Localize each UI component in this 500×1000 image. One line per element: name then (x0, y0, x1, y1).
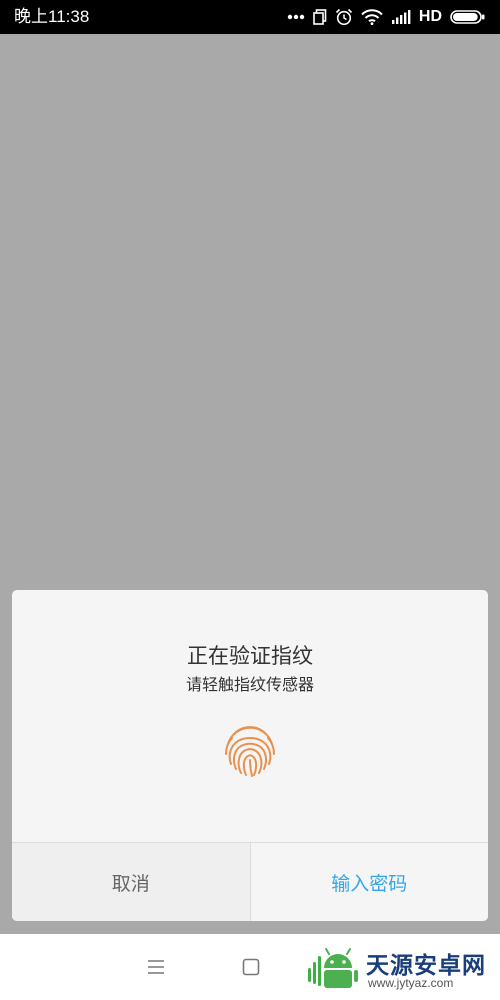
site-watermark: 天源安卓网 www.jytyaz.com (306, 942, 496, 996)
watermark-url: www.jytyaz.com (368, 976, 454, 990)
dialog-buttons: 取消 输入密码 (12, 842, 488, 921)
alarm-clock-icon (335, 8, 353, 26)
fingerprint-icon (220, 720, 280, 780)
fingerprint-dialog: 正在验证指纹 请轻触指纹传感器 取消 输入密码 (12, 590, 488, 921)
copy-icon (313, 9, 327, 25)
dialog-title: 正在验证指纹 (187, 644, 313, 668)
battery-icon (450, 10, 486, 24)
more-dots-icon (287, 14, 305, 20)
status-icons: HD (287, 6, 486, 28)
dialog-subtitle: 请轻触指纹传感器 (185, 675, 314, 694)
status-time: 晚上11:38 (14, 7, 90, 26)
watermark-text: 天源安卓网 (366, 953, 486, 979)
network-type-label: HD (418, 8, 442, 25)
menu-icon[interactable] (146, 959, 166, 975)
cancel-button[interactable]: 取消 (12, 843, 251, 921)
status-bar: 晚上11:38 HD (0, 0, 500, 34)
android-logo-icon (306, 944, 362, 996)
battery-fill (453, 13, 478, 21)
enter-password-button[interactable]: 输入密码 (250, 843, 488, 921)
wifi-icon (361, 9, 383, 25)
home-square-icon[interactable] (242, 958, 260, 976)
signal-icon (391, 10, 411, 24)
